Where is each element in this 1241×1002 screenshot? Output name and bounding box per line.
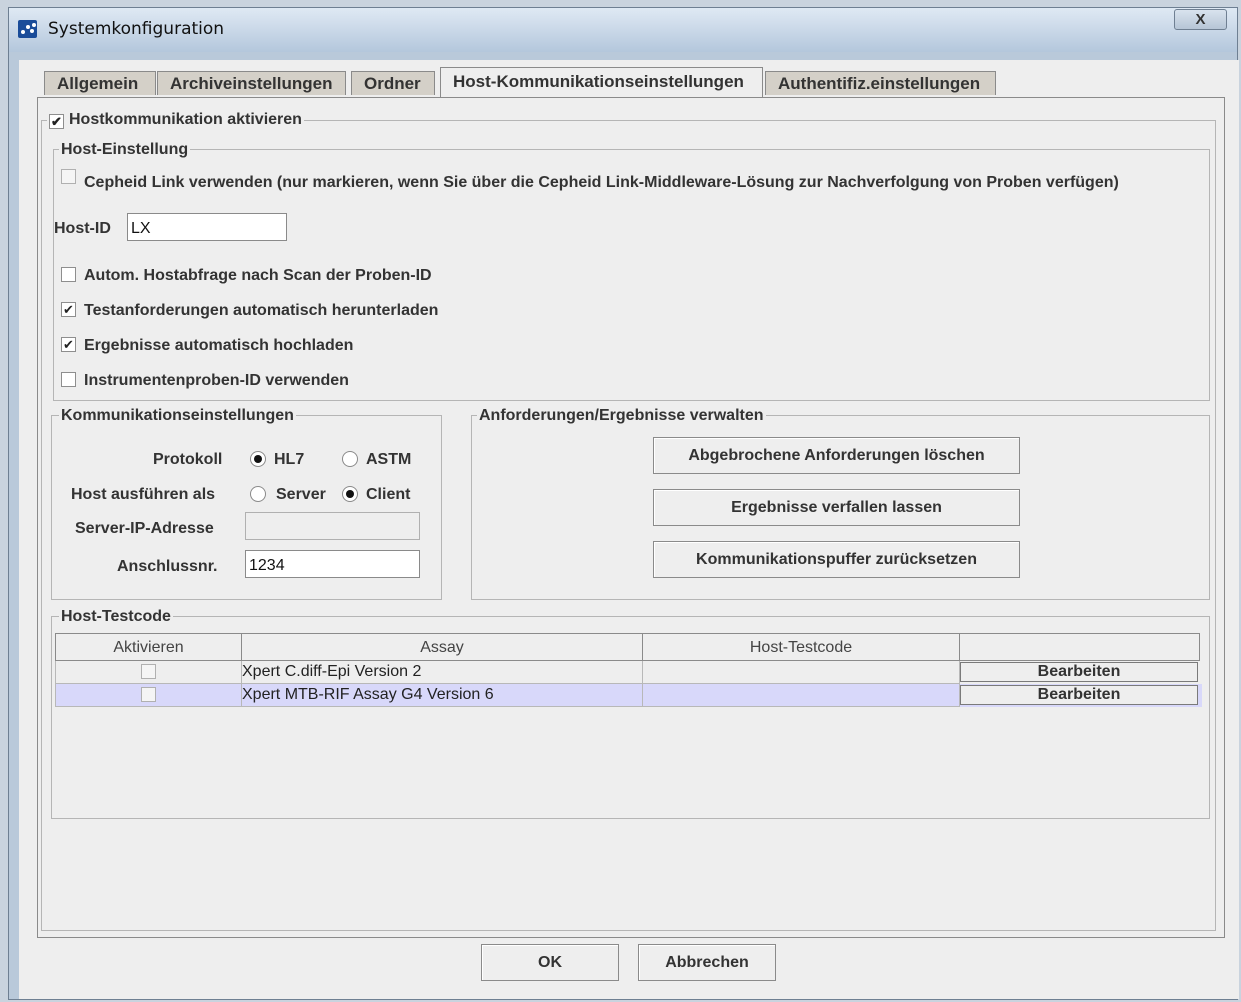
tab-authentifizierung[interactable]: Authentifiz.einstellungen [765,71,996,95]
column-header-assay[interactable]: Assay [242,633,643,661]
host-communication-toggle[interactable]: ✔ Hostkommunikation aktivieren [47,111,304,129]
server-ip-label: Server-IP-Adresse [75,520,214,537]
protocol-astm-label: ASTM [366,451,412,468]
server-ip-input[interactable] [245,512,420,540]
host-mode-label: Host ausführen als [71,486,216,503]
window-title: Systemkonfiguration [48,19,225,39]
column-header-action[interactable] [960,633,1200,661]
host-communication-checkbox[interactable]: ✔ [49,114,64,129]
enable-cell [55,661,242,684]
auto-upload-checkbox[interactable]: ✔ [61,337,76,352]
dialog-client-area: Allgemein Archiveinstellungen Ordner Hos… [19,60,1239,999]
manage-requests-legend: Anforderungen/Ergebnisse verwalten [477,407,766,425]
cepheid-link-checkbox[interactable] [61,169,76,184]
tab-content-panel: ✔ Hostkommunikation aktivieren Host-Einst… [37,97,1225,938]
auto-host-query-label: Autom. Hostabfrage nach Scan der Proben-… [84,267,432,284]
column-header-enable[interactable]: Aktivieren [55,633,242,661]
reset-comm-buffer-button[interactable]: Kommunikationspuffer zurücksetzen [653,541,1020,578]
port-label: Anschlussnr. [117,558,218,575]
assay-cell: Xpert C.diff-Epi Version 2 [242,661,643,684]
tab-ordner[interactable]: Ordner [351,71,435,95]
host-testcode-table: Aktivieren Assay Host-Testcode Xpert C.d… [55,633,1202,818]
system-config-window: Systemkonfiguration X Allgemein Archivei… [8,7,1239,1000]
protocol-hl7-label: HL7 [274,451,305,468]
host-mode-client-label: Client [366,486,411,503]
close-button[interactable]: X [1174,9,1227,30]
expire-results-button[interactable]: Ergebnisse verfallen lassen [653,489,1020,526]
column-header-host-testcode[interactable]: Host-Testcode [643,633,960,661]
edit-row-button[interactable]: Bearbeiten [960,662,1198,682]
row-enable-checkbox[interactable] [141,664,156,679]
table-row[interactable]: Xpert C.diff-Epi Version 2 Bearbeiten [55,661,1202,684]
instrument-sample-id-checkbox[interactable] [61,372,76,387]
app-dots-icon [18,20,37,38]
auto-download-checkbox[interactable]: ✔ [61,302,76,317]
protocol-astm-radio[interactable] [342,451,358,467]
host-id-label: Host-ID [54,220,111,237]
port-input[interactable] [245,550,420,578]
comm-settings-legend: Kommunikationseinstellungen [59,407,296,425]
host-setting-legend: Host-Einstellung [59,141,191,159]
tab-host-kommunikation[interactable]: Host-Kommunikationseinstellungen [440,67,763,97]
instrument-sample-id-label: Instrumentenproben-ID verwenden [84,372,349,389]
protocol-hl7-radio[interactable] [250,451,266,467]
cancel-button[interactable]: Abbrechen [638,944,776,981]
ok-button[interactable]: OK [481,944,619,981]
protocol-label: Protokoll [153,451,223,468]
host-testcode-cell[interactable] [643,684,960,707]
delete-aborted-requests-button[interactable]: Abgebrochene Anforderungen löschen [653,437,1020,474]
host-testcode-group: Aktivieren Assay Host-Testcode Xpert C.d… [51,616,1210,819]
auto-download-label: Testanforderungen automatisch herunterla… [84,302,439,319]
host-testcode-cell[interactable] [643,661,960,684]
host-mode-server-radio[interactable] [250,486,266,502]
edit-row-button[interactable]: Bearbeiten [960,685,1198,705]
table-row[interactable]: Xpert MTB-RIF Assay G4 Version 6 Bearbei… [55,684,1202,707]
host-testcode-legend: Host-Testcode [59,608,173,626]
tab-archiveinstellungen[interactable]: Archiveinstellungen [157,71,346,95]
title-bar[interactable]: Systemkonfiguration X [9,8,1237,52]
tab-allgemein[interactable]: Allgemein [44,71,156,95]
cepheid-link-label: Cepheid Link verwenden (nur markieren, w… [84,174,1119,191]
auto-host-query-checkbox[interactable] [61,267,76,282]
auto-upload-label: Ergebnisse automatisch hochladen [84,337,354,354]
host-mode-server-label: Server [276,486,326,503]
assay-cell: Xpert MTB-RIF Assay G4 Version 6 [242,684,643,707]
host-id-input[interactable] [127,213,287,241]
row-enable-checkbox[interactable] [141,687,156,702]
host-mode-client-radio[interactable] [342,486,358,502]
enable-cell [55,684,242,707]
host-communication-label: Hostkommunikation aktivieren [69,111,302,128]
